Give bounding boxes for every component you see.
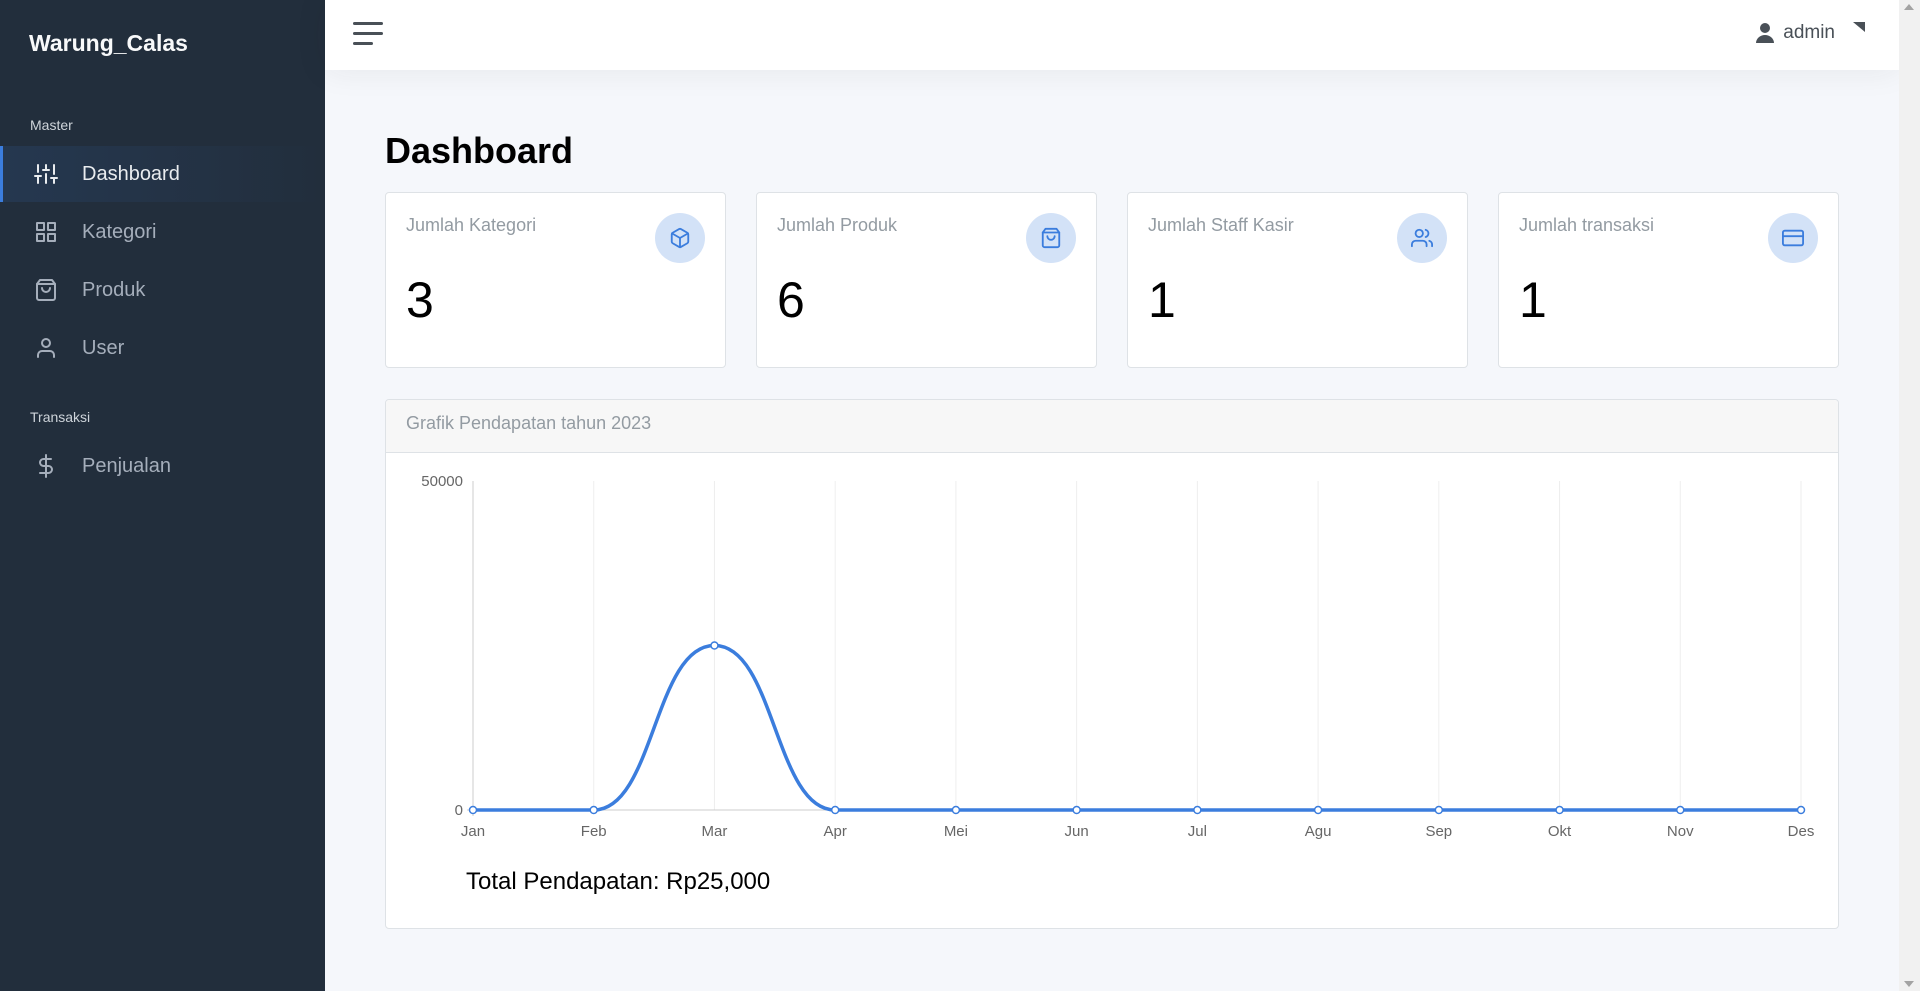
data-point: [1676, 805, 1685, 815]
data-point: [1796, 805, 1806, 815]
stat-title: Jumlah Staff Kasir: [1148, 215, 1294, 235]
sidebar-item-label: Penjualan: [82, 454, 171, 477]
x-tick-label: Mei: [944, 823, 968, 840]
data-point: [1434, 805, 1444, 815]
data-point: [1555, 805, 1564, 815]
data-point: [589, 805, 598, 815]
user-menu[interactable]: admin: [1755, 22, 1835, 44]
series-line: [473, 643, 1801, 812]
credit-card-icon: [1768, 213, 1818, 263]
sidebar-section-transaksi: Transaksi: [30, 409, 91, 425]
x-tick-label: Nov: [1667, 823, 1694, 840]
sidebar-item-label: Produk: [82, 278, 146, 301]
users-icon: [1397, 213, 1447, 263]
shopping-bag-icon: [34, 278, 58, 302]
chart-header-title: Grafik Pendapatan tahun 2023: [406, 413, 652, 433]
sidebar-item-user[interactable]: User: [0, 320, 325, 376]
chart-header: Grafik Pendapatan tahun 2023: [386, 400, 1838, 453]
package-icon: [655, 213, 705, 263]
data-point: [1313, 805, 1323, 815]
sidebar: Warung_Calas Master Dashboard Kategori P…: [0, 0, 325, 991]
stat-title: Jumlah Produk: [777, 215, 898, 235]
stat-card-transaksi: Jumlah transaksi 1: [1498, 192, 1839, 368]
sidebar-item-label: User: [82, 336, 125, 359]
sliders-icon: [34, 162, 58, 186]
stat-value: 3: [406, 272, 434, 328]
x-tick-label: Jan: [461, 823, 485, 840]
stat-value: 1: [1148, 272, 1176, 328]
stat-card-kategori: Jumlah Kategori 3: [385, 192, 726, 368]
dropdown-caret-icon[interactable]: [1853, 22, 1867, 36]
sidebar-item-label: Kategori: [82, 220, 157, 243]
stat-value: 1: [1519, 272, 1547, 328]
stat-card-staff-kasir: Jumlah Staff Kasir 1: [1127, 192, 1468, 368]
stat-value: 6: [777, 272, 805, 328]
dollar-sign-icon: [34, 454, 58, 478]
top-navbar: admin: [325, 0, 1899, 70]
x-tick-label: Des: [1788, 823, 1815, 840]
scrollbar[interactable]: [1899, 0, 1920, 991]
username: admin: [1783, 22, 1835, 43]
revenue-line-chart: 0 50000 Jan Feb Mar Apr Mei Jun Jul Agu Sep Okt Nov D…: [421, 473, 1815, 840]
x-tick-label: Jun: [1065, 823, 1089, 840]
x-tick-label: Okt: [1548, 823, 1572, 840]
sidebar-section-master: Master: [30, 117, 73, 133]
sidebar-item-dashboard[interactable]: Dashboard: [0, 146, 325, 202]
x-tick-label: Apr: [824, 823, 847, 840]
stat-title: Jumlah transaksi: [1519, 215, 1655, 235]
sidebar-item-kategori[interactable]: Kategori: [0, 204, 325, 260]
x-tick-label: Agu: [1305, 823, 1332, 840]
y-tick-label: 0: [455, 802, 463, 819]
data-point: [830, 805, 840, 815]
sidebar-item-penjualan[interactable]: Penjualan: [0, 438, 325, 494]
scroll-down-icon[interactable]: [1904, 981, 1914, 987]
data-point: [951, 805, 961, 815]
data-point: [468, 805, 478, 815]
x-tick-label: Mar: [702, 823, 728, 840]
x-tick-label: Feb: [581, 823, 607, 840]
brand-logo[interactable]: Warung_Calas: [29, 30, 188, 57]
stat-title: Jumlah Kategori: [406, 215, 537, 235]
total-revenue: Total Pendapatan: Rp25,000: [466, 868, 771, 895]
x-tick-label: Jul: [1188, 823, 1207, 840]
x-tick-label: Sep: [1425, 823, 1452, 840]
data-point: [710, 641, 719, 650]
data-point: [1072, 805, 1081, 815]
sidebar-item-produk[interactable]: Produk: [0, 262, 325, 318]
sidebar-item-label: Dashboard: [82, 162, 180, 185]
page-title: Dashboard: [385, 130, 574, 171]
data-point: [1193, 805, 1202, 815]
stat-card-produk: Jumlah Produk 6: [756, 192, 1097, 368]
chart-card: Grafik Pendapatan tahun 2023 0 50000 Jan Fe…: [385, 399, 1839, 929]
sidebar-toggle-button[interactable]: [353, 22, 383, 46]
shopping-bag-icon: [1026, 213, 1076, 263]
grid-icon: [34, 220, 58, 244]
y-tick-label: 50000: [421, 473, 463, 490]
user-icon: [34, 336, 58, 360]
scroll-up-icon[interactable]: [1904, 4, 1914, 10]
user-icon: [1756, 23, 1775, 43]
